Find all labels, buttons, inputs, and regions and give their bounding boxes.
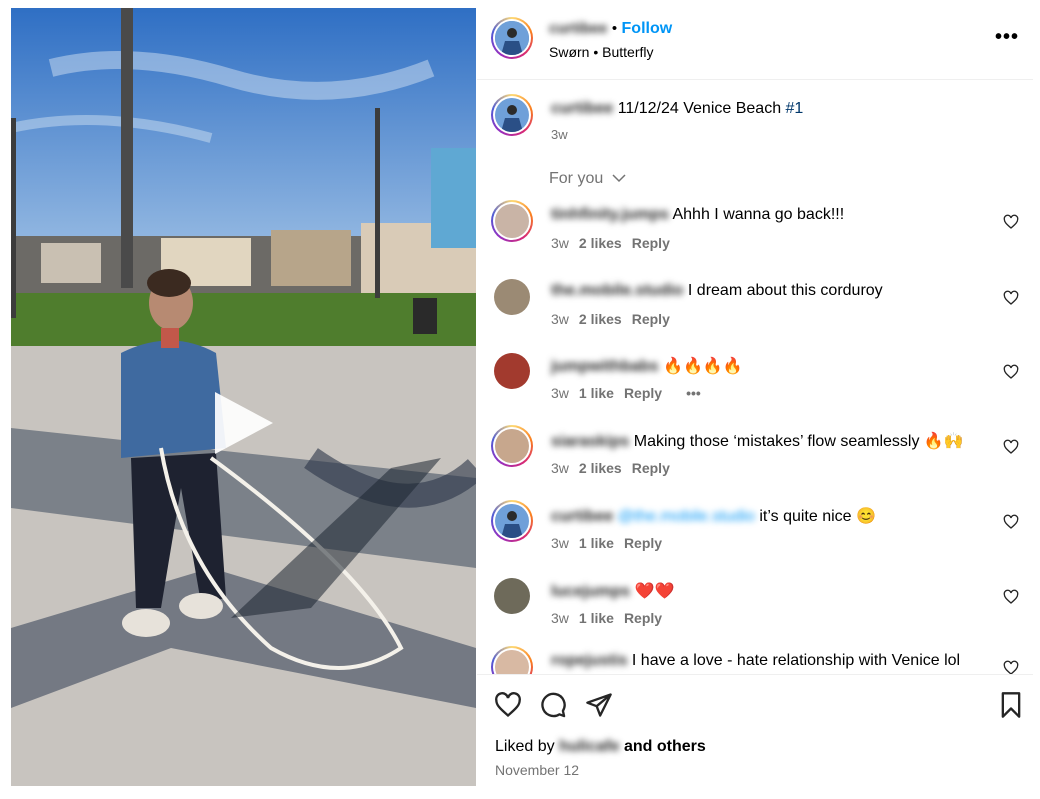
comment-text: I dream about this corduroy bbox=[687, 282, 883, 299]
instagram-post: curtibee • Follow Swørn • Butterfly ••• … bbox=[0, 0, 1040, 798]
commenter-avatar[interactable] bbox=[494, 578, 530, 614]
post-details-pane: curtibee • Follow Swørn • Butterfly ••• … bbox=[477, 0, 1033, 798]
comment-time[interactable]: 3w bbox=[551, 235, 569, 251]
post-header: curtibee • Follow Swørn • Butterfly ••• bbox=[477, 0, 1033, 80]
comment-time[interactable]: 3w bbox=[551, 311, 569, 327]
heart-icon[interactable] bbox=[1003, 660, 1019, 674]
comment-item: tinhfinity.jumps Ahhh I wanna go back!!!… bbox=[491, 200, 1031, 264]
comment-likes[interactable]: 2 likes bbox=[579, 460, 622, 476]
comment-item: ropejustis I have a love - hate relation… bbox=[491, 646, 1031, 674]
comment-likes[interactable]: 1 like bbox=[579, 535, 614, 551]
comment-item: lucejumps ❤️❤️ 3w 1 like Reply bbox=[491, 575, 1031, 639]
person-icon bbox=[495, 98, 529, 132]
comment-icon[interactable] bbox=[539, 691, 567, 719]
comment-likes[interactable]: 1 like bbox=[579, 385, 614, 401]
comment-text: 🔥🔥🔥🔥 bbox=[663, 358, 743, 375]
comment-likes[interactable]: 2 likes bbox=[579, 311, 622, 327]
comment-item: curtibee @the.mobile.studio it’s quite n… bbox=[491, 500, 1031, 564]
comment-text: Ahhh I wanna go back!!! bbox=[672, 206, 845, 223]
music-info[interactable]: Swørn • Butterfly bbox=[549, 44, 653, 60]
comment-item: the.mobile.studio I dream about this cor… bbox=[491, 276, 1031, 340]
comment-text: it’s quite nice 😊 bbox=[754, 508, 876, 525]
video-player[interactable] bbox=[11, 8, 476, 786]
reply-button[interactable]: Reply bbox=[632, 460, 670, 476]
comment-time[interactable]: 3w bbox=[551, 610, 569, 626]
commenter-avatar[interactable] bbox=[491, 646, 533, 674]
heart-icon[interactable] bbox=[1003, 214, 1019, 230]
heart-icon[interactable] bbox=[1003, 364, 1019, 380]
follow-button[interactable]: Follow bbox=[622, 20, 673, 37]
commenter-avatar[interactable] bbox=[494, 279, 530, 315]
comment-item: jumpwithbabs 🔥🔥🔥🔥 3w 1 like Reply ••• bbox=[491, 350, 1031, 414]
share-icon[interactable] bbox=[585, 691, 613, 719]
heart-icon[interactable] bbox=[1003, 514, 1019, 530]
comment-time[interactable]: 3w bbox=[551, 385, 569, 401]
comment-item: siaraskips Making those ‘mistakes’ flow … bbox=[491, 425, 1031, 489]
comment-likes[interactable]: 1 like bbox=[579, 610, 614, 626]
author-avatar[interactable] bbox=[491, 17, 533, 59]
liked-prefix: Liked by bbox=[495, 738, 560, 755]
reply-button[interactable]: Reply bbox=[624, 610, 662, 626]
person-icon bbox=[495, 504, 529, 538]
comment-username[interactable]: the.mobile.studio bbox=[551, 282, 683, 299]
reply-button[interactable]: Reply bbox=[624, 535, 662, 551]
comment-username[interactable]: siaraskips bbox=[551, 433, 629, 450]
commenter-avatar[interactable] bbox=[491, 500, 533, 542]
separator-dot: • bbox=[611, 20, 618, 37]
comment-text: ❤️❤️ bbox=[634, 583, 675, 600]
commenter-avatar[interactable] bbox=[491, 200, 533, 242]
caption-time[interactable]: 3w bbox=[551, 127, 568, 142]
reply-button[interactable]: Reply bbox=[632, 235, 670, 251]
avatar-image bbox=[495, 429, 529, 463]
comment-time[interactable]: 3w bbox=[551, 460, 569, 476]
heart-icon[interactable] bbox=[1003, 589, 1019, 605]
comment-username[interactable]: lucejumps bbox=[551, 583, 630, 600]
chevron-down-icon bbox=[612, 174, 626, 183]
heart-icon[interactable] bbox=[1003, 290, 1019, 306]
author-username[interactable]: curtibee bbox=[549, 20, 607, 37]
avatar-image bbox=[495, 204, 529, 238]
comment-likes[interactable]: 2 likes bbox=[579, 235, 622, 251]
reply-button[interactable]: Reply bbox=[624, 385, 662, 401]
play-icon[interactable] bbox=[207, 388, 277, 458]
like-heart-icon[interactable] bbox=[494, 691, 522, 719]
more-options-button[interactable]: ••• bbox=[995, 26, 1019, 49]
reply-button[interactable]: Reply bbox=[632, 311, 670, 327]
comment-username[interactable]: curtibee bbox=[551, 508, 613, 525]
comments-list[interactable]: tinhfinity.jumps Ahhh I wanna go back!!!… bbox=[477, 190, 1033, 674]
heart-icon[interactable] bbox=[1003, 439, 1019, 455]
liked-username[interactable]: hulicafe bbox=[559, 738, 619, 755]
comment-text: Making those ‘mistakes’ flow seamlessly … bbox=[633, 433, 964, 450]
person-icon bbox=[495, 21, 529, 55]
comment-text: I have a love - hate relationship with V… bbox=[627, 652, 961, 669]
comment-username[interactable]: ropejustis bbox=[551, 652, 627, 669]
comment-more-button[interactable]: ••• bbox=[686, 385, 701, 401]
caption-text: 11/12/24 Venice Beach bbox=[613, 100, 786, 117]
comment-username[interactable]: jumpwithbabs bbox=[551, 358, 659, 375]
sort-label: For you bbox=[549, 170, 604, 187]
caption-username[interactable]: curtibee bbox=[551, 100, 613, 117]
commenter-avatar[interactable] bbox=[494, 353, 530, 389]
post-actions-bar: Liked by hulicafe and others November 12 bbox=[477, 674, 1033, 799]
caption-hashtag[interactable]: #1 bbox=[786, 100, 804, 117]
comment-time[interactable]: 3w bbox=[551, 535, 569, 551]
comment-mention[interactable]: @the.mobile.studio bbox=[618, 508, 755, 525]
commenter-avatar[interactable] bbox=[491, 425, 533, 467]
comment-username[interactable]: tinhfinity.jumps bbox=[551, 206, 669, 223]
liked-by-text[interactable]: Liked by hulicafe and others bbox=[495, 738, 706, 756]
liked-suffix[interactable]: and others bbox=[620, 738, 706, 755]
bookmark-icon[interactable] bbox=[997, 691, 1025, 719]
caption-avatar[interactable] bbox=[491, 94, 533, 136]
avatar-image bbox=[495, 650, 529, 674]
comment-sort-dropdown[interactable]: For you bbox=[549, 170, 626, 188]
post-date[interactable]: November 12 bbox=[495, 762, 579, 778]
